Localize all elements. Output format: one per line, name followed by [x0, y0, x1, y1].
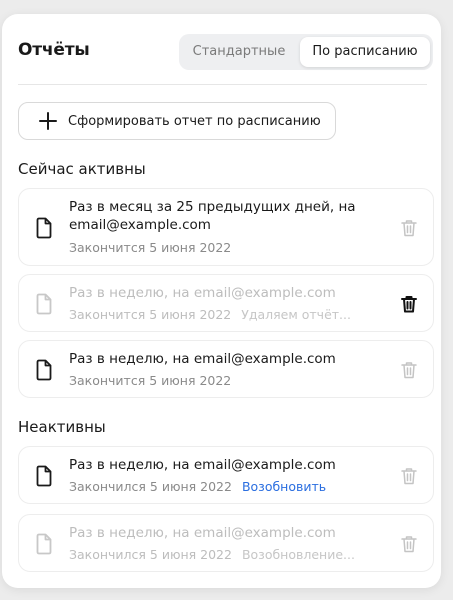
list-item: Раз в неделю, на email@example.com Закон… [18, 514, 434, 572]
list-item: Раз в неделю, на email@example.com Закон… [18, 340, 434, 398]
plus-icon [39, 112, 57, 130]
report-status: Закончился 5 июня 2022 Возобновить [69, 479, 326, 494]
trash-icon[interactable] [401, 467, 417, 485]
trash-icon[interactable] [401, 295, 417, 313]
list-item: Раз в неделю, на email@example.com Закон… [18, 274, 434, 332]
report-status: Закончится 5 июня 2022 Удаляем отчёт... [69, 307, 351, 322]
list-item: Раз в месяц за 25 предыдущих дней, на em… [18, 188, 434, 266]
report-description: Раз в неделю, на email@example.com [69, 525, 336, 541]
resuming-status: Возобновление... [241, 547, 355, 562]
page-title: Отчёты [18, 40, 90, 60]
trash-icon[interactable] [401, 361, 417, 379]
document-icon [36, 293, 52, 315]
document-icon [36, 359, 52, 381]
report-description: Раз в неделю, на email@example.com [69, 351, 336, 367]
report-description: Раз в неделю, на email@example.com [69, 457, 336, 473]
report-status-date: Закончится 5 июня 2022 [69, 240, 232, 255]
resume-link[interactable]: Возобновить [242, 479, 326, 494]
create-scheduled-report-button[interactable]: Сформировать отчет по расписанию [18, 102, 336, 140]
report-status-date: Закончился 5 июня 2022 [69, 547, 232, 562]
report-status: Закончится 5 июня 2022 [69, 240, 231, 255]
tab-standard[interactable]: Стандартные [183, 37, 295, 67]
report-type-switch: Стандартные По расписанию [179, 34, 433, 70]
document-icon [36, 465, 52, 487]
panel-header: Отчёты Стандартные По расписанию [18, 34, 433, 72]
deleting-status: Удаляем отчёт... [241, 307, 351, 322]
header-divider [18, 84, 427, 85]
report-status-date: Закончился 5 июня 2022 [69, 479, 232, 494]
report-status: Закончился 5 июня 2022 Возобновление... [69, 547, 355, 562]
list-item: Раз в неделю, на email@example.com Закон… [18, 446, 434, 504]
trash-icon[interactable] [401, 535, 417, 553]
section-title-inactive: Неактивны [18, 418, 106, 436]
create-button-label: Сформировать отчет по расписанию [68, 114, 321, 129]
report-status-date: Закончится 5 июня 2022 [69, 373, 232, 388]
section-title-active: Сейчас активны [18, 160, 146, 178]
document-icon [36, 533, 52, 555]
report-description: Раз в месяц за 25 предыдущих дней, на em… [69, 199, 356, 233]
tab-scheduled[interactable]: По расписанию [300, 37, 430, 67]
report-description: Раз в неделю, на email@example.com [69, 285, 336, 301]
trash-icon[interactable] [401, 219, 417, 237]
report-status: Закончится 5 июня 2022 [69, 373, 231, 388]
document-icon [36, 217, 52, 239]
reports-panel: Отчёты Стандартные По расписанию Сформир… [2, 14, 441, 588]
report-status-date: Закончится 5 июня 2022 [69, 307, 232, 322]
